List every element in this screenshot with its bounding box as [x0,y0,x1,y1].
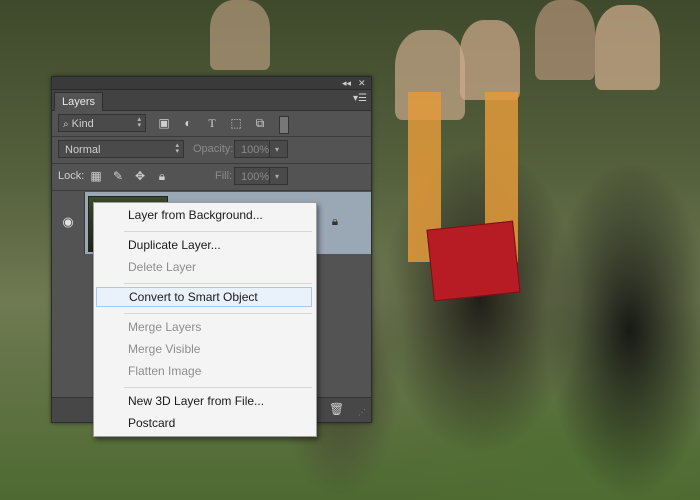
tab-layers[interactable]: Layers [54,92,104,111]
menu-separator [124,313,312,314]
lock-transparent-pixels-icon[interactable]: ▦ [88,168,104,184]
blend-row: Normal ▴ ▾ Opacity: 100% ▾ [52,138,371,162]
search-icon: ⌕ [63,119,69,130]
opacity-value: 100% [241,144,270,156]
menu-item-new-3d-layer-from-file[interactable]: New 3D Layer from File... [96,391,312,411]
person-figure [210,0,270,70]
menu-item-convert-to-smart-object[interactable]: Convert to Smart Object [96,287,312,307]
kind-filter-label: Kind [71,118,94,130]
filter-toggle[interactable] [279,116,289,134]
lock-position-icon[interactable]: ✥ [132,168,148,184]
filter-row: ⌕ Kind ▴ ▾ ▣ ◐ T ⬚ ⧉ [52,111,371,135]
fill-value: 100% [241,171,270,183]
fill-label: Fill: [215,170,233,182]
lock-all-icon[interactable]: 🔒︎ [154,168,170,184]
divider [52,163,371,164]
stepper-arrows-icon: ▴ ▾ [137,116,141,129]
lock-label: Lock: [58,170,85,182]
opacity-dropdown-button[interactable]: ▾ [269,140,288,158]
panel-menu-icon[interactable]: ▾☰ [353,93,367,104]
menu-item-flatten-image[interactable]: Flatten Image [96,361,312,381]
type-filter-icon[interactable]: T [204,115,220,131]
shape-filter-icon[interactable]: ⬚ [228,115,244,131]
person-figure [460,20,520,100]
menu-item-merge-layers[interactable]: Merge Layers [96,317,312,337]
lock-row: Lock: ▦ ✎ ✥ 🔒︎ Fill: 100% ▾ [52,165,371,189]
smart-object-filter-icon[interactable]: ⧉ [252,115,268,131]
context-menu: Layer from Background... Duplicate Layer… [93,202,317,437]
diploma-cover [426,220,521,302]
person-figure [595,5,660,90]
stepper-arrows-icon: ▴ ▾ [175,142,179,155]
layer-visibility-toggle[interactable]: ◉ [52,192,85,254]
menu-item-layer-from-background[interactable]: Layer from Background... [96,205,312,225]
menu-separator [124,387,312,388]
divider [52,190,371,191]
resize-grip-icon[interactable]: ⋰ [358,408,366,417]
person-figure [535,0,595,80]
blend-mode-select[interactable]: Normal ▴ ▾ [58,140,184,158]
opacity-label: Opacity: [193,143,234,155]
lock-icon: 🔒︎ [331,214,339,228]
menu-item-duplicate-layer[interactable]: Duplicate Layer... [96,235,312,255]
double-chevron-icon[interactable]: ◂◂ [342,77,351,89]
close-icon[interactable]: ✕ [358,77,366,89]
trash-icon[interactable]: 🗑︎ [329,402,344,416]
menu-separator [124,283,312,284]
menu-item-postcard[interactable]: Postcard [96,413,312,433]
image-filter-icon[interactable]: ▣ [156,115,172,131]
menu-item-delete-layer[interactable]: Delete Layer [96,257,312,277]
tab-row: Layers ▾☰ [52,90,371,111]
menu-separator [124,231,312,232]
lock-image-pixels-icon[interactable]: ✎ [110,168,126,184]
menu-item-merge-visible[interactable]: Merge Visible [96,339,312,359]
kind-filter-select[interactable]: ⌕ Kind ▴ ▾ [58,114,146,132]
adjustment-filter-icon[interactable]: ◐ [180,115,196,131]
fill-dropdown-button[interactable]: ▾ [269,167,288,185]
blend-mode-value: Normal [65,144,101,156]
panel-title-bar[interactable]: ◂◂ ✕ [52,77,371,90]
divider [52,136,371,137]
eye-icon: ◉ [62,214,74,229]
